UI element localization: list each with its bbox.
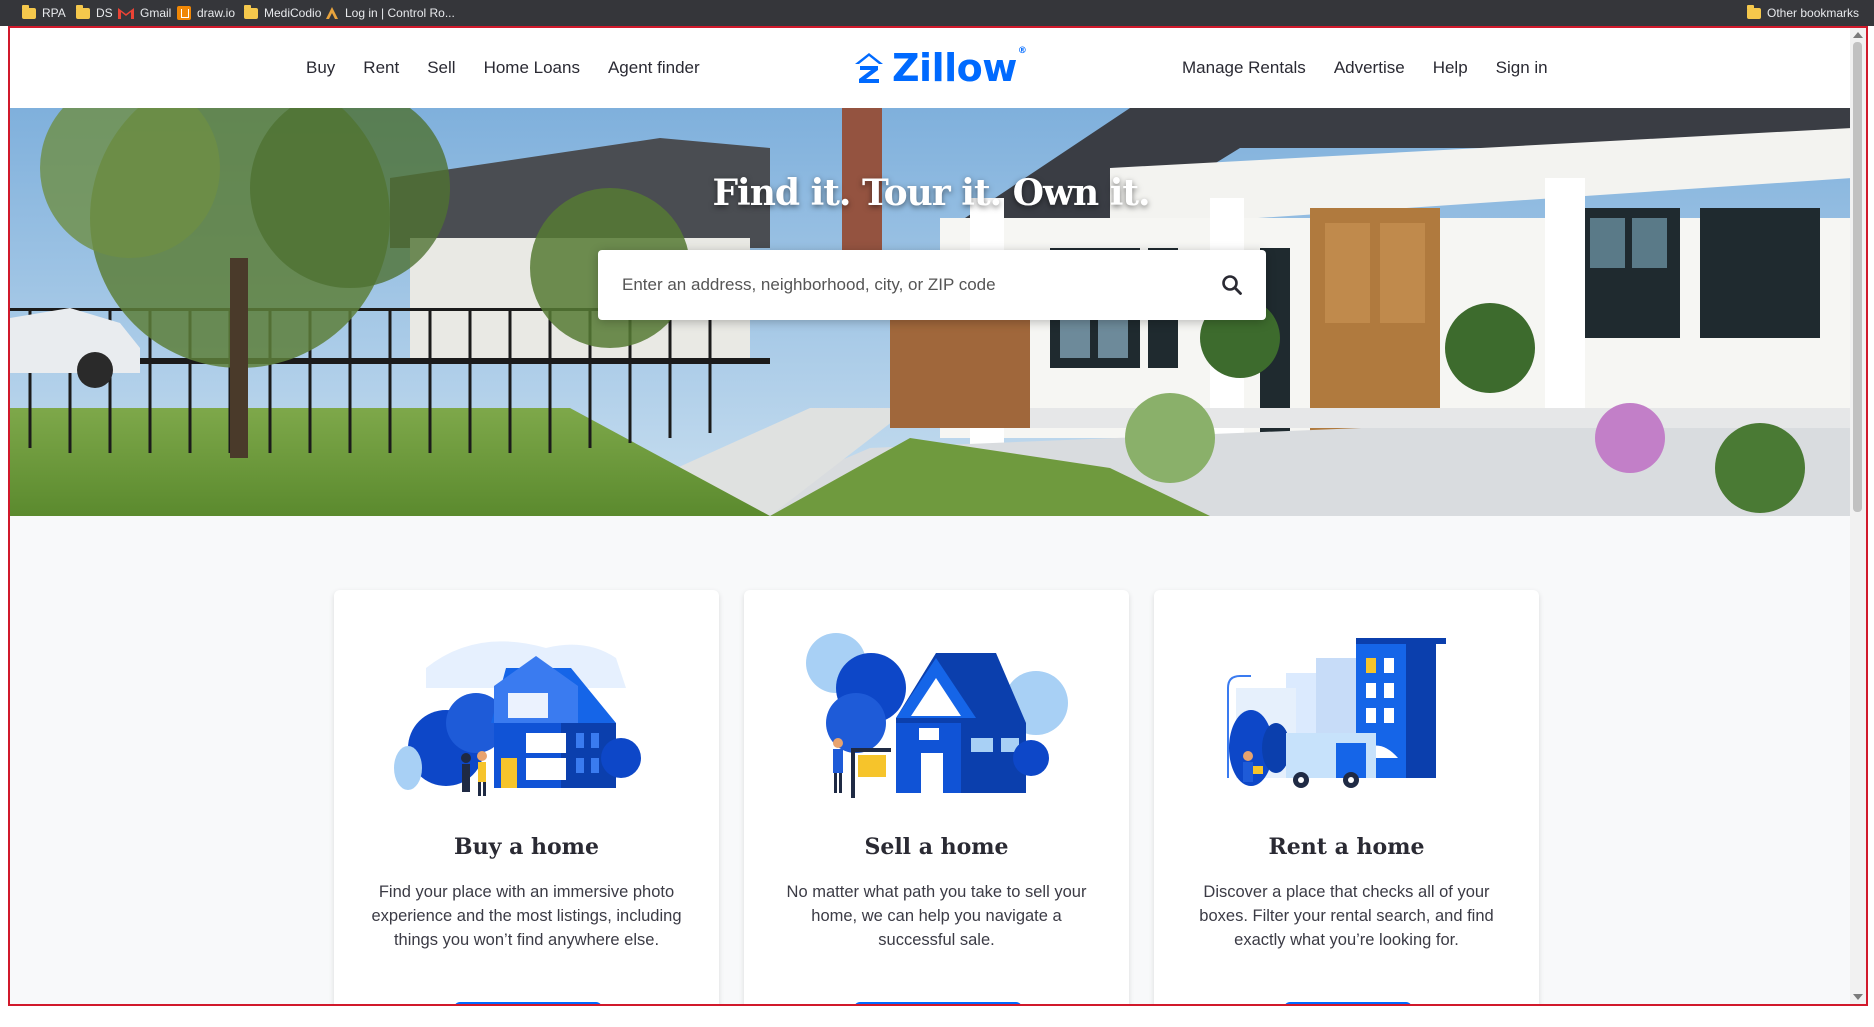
buy-home-button[interactable]	[454, 1002, 602, 1004]
bookmark-label: Gmail	[140, 6, 172, 20]
card-title: Rent a home	[1268, 834, 1425, 860]
card-description: No matter what path you take to sell you…	[786, 883, 1087, 949]
zillow-logo[interactable]: Zillow®	[852, 46, 1027, 90]
card-title: Buy a home	[454, 834, 599, 860]
bookmark-label: RPA	[42, 6, 66, 20]
gmail-icon	[118, 8, 134, 19]
buy-home-card[interactable]: Buy a home Find your place with an immer…	[334, 590, 719, 1004]
search-bar	[598, 250, 1266, 320]
nav-help[interactable]: Help	[1433, 58, 1468, 78]
rent-home-button[interactable]	[1284, 1002, 1412, 1004]
site-header: Buy Rent Sell Home Loans Agent finder Zi…	[10, 28, 1852, 108]
bookmark-other[interactable]: Other bookmarks	[1747, 0, 1859, 26]
buy-home-illustration	[394, 641, 641, 796]
nav-home-loans[interactable]: Home Loans	[484, 58, 580, 78]
hero-banner: Find it. Tour it. Own it.	[10, 108, 1852, 516]
nav-manage-rentals[interactable]: Manage Rentals	[1182, 58, 1306, 78]
rent-home-card[interactable]: Rent a home Discover a place that checks…	[1154, 590, 1539, 1004]
bookmark-label: DS	[96, 6, 113, 20]
nav-buy[interactable]: Buy	[306, 58, 335, 78]
scroll-up-arrow-icon[interactable]	[1853, 32, 1863, 38]
card-title: Sell a home	[864, 834, 1009, 860]
page-scrollbar[interactable]	[1850, 28, 1866, 1004]
bookmark-drawio[interactable]: draw.io	[177, 0, 235, 26]
nav-sell[interactable]: Sell	[427, 58, 455, 78]
bookmark-rpa[interactable]: RPA	[22, 0, 66, 26]
nav-rent[interactable]: Rent	[363, 58, 399, 78]
primary-nav: Buy Rent Sell Home Loans Agent finder	[306, 28, 700, 108]
search-icon	[1222, 275, 1242, 295]
folder-icon	[1747, 4, 1761, 19]
bookmark-medicodio[interactable]: MediCodio	[244, 0, 321, 26]
bookmark-label: Other bookmarks	[1767, 6, 1860, 20]
control-icon	[326, 7, 338, 19]
sell-home-card[interactable]: Sell a home No matter what path you take…	[744, 590, 1129, 1004]
scroll-down-arrow-icon[interactable]	[1853, 994, 1863, 1000]
bookmark-ds[interactable]: DS	[76, 0, 113, 26]
zillow-z-icon	[855, 53, 883, 83]
drawio-icon	[177, 6, 191, 20]
nav-sign-in[interactable]: Sign in	[1496, 58, 1548, 78]
hero-headline: Find it. Tour it. Own it.	[712, 172, 1150, 214]
sell-home-button[interactable]	[854, 1002, 1022, 1004]
folder-icon	[22, 4, 36, 19]
bookmarks-bar: RPA DS Gmail draw.io MediCodio Log in | …	[0, 0, 1874, 26]
bookmark-gmail[interactable]: Gmail	[118, 0, 171, 26]
bookmark-label: MediCodio	[264, 6, 322, 20]
page-viewport: Buy Rent Sell Home Loans Agent finder Zi…	[8, 26, 1868, 1006]
card-description: Find your place with an immersive photo …	[371, 883, 682, 949]
folder-icon	[76, 4, 90, 19]
logo-wordmark: Zillow®	[892, 46, 1027, 90]
bookmark-control-room[interactable]: Log in | Control Ro...	[325, 0, 455, 26]
card-description: Discover a place that checks all of your…	[1199, 883, 1494, 949]
bookmark-label: Log in | Control Ro...	[345, 6, 455, 20]
services-section: Buy a home Find your place with an immer…	[10, 516, 1852, 1004]
nav-advertise[interactable]: Advertise	[1334, 58, 1405, 78]
scroll-thumb[interactable]	[1853, 42, 1862, 512]
nav-agent-finder[interactable]: Agent finder	[608, 58, 700, 78]
search-button[interactable]	[1212, 265, 1252, 305]
sell-home-illustration	[806, 633, 1068, 798]
folder-icon	[244, 4, 258, 19]
secondary-nav: Manage Rentals Advertise Help Sign in	[1182, 28, 1548, 108]
rent-home-illustration	[1227, 638, 1446, 788]
address-search-input[interactable]	[622, 265, 1202, 305]
bookmark-label: draw.io	[197, 6, 236, 20]
